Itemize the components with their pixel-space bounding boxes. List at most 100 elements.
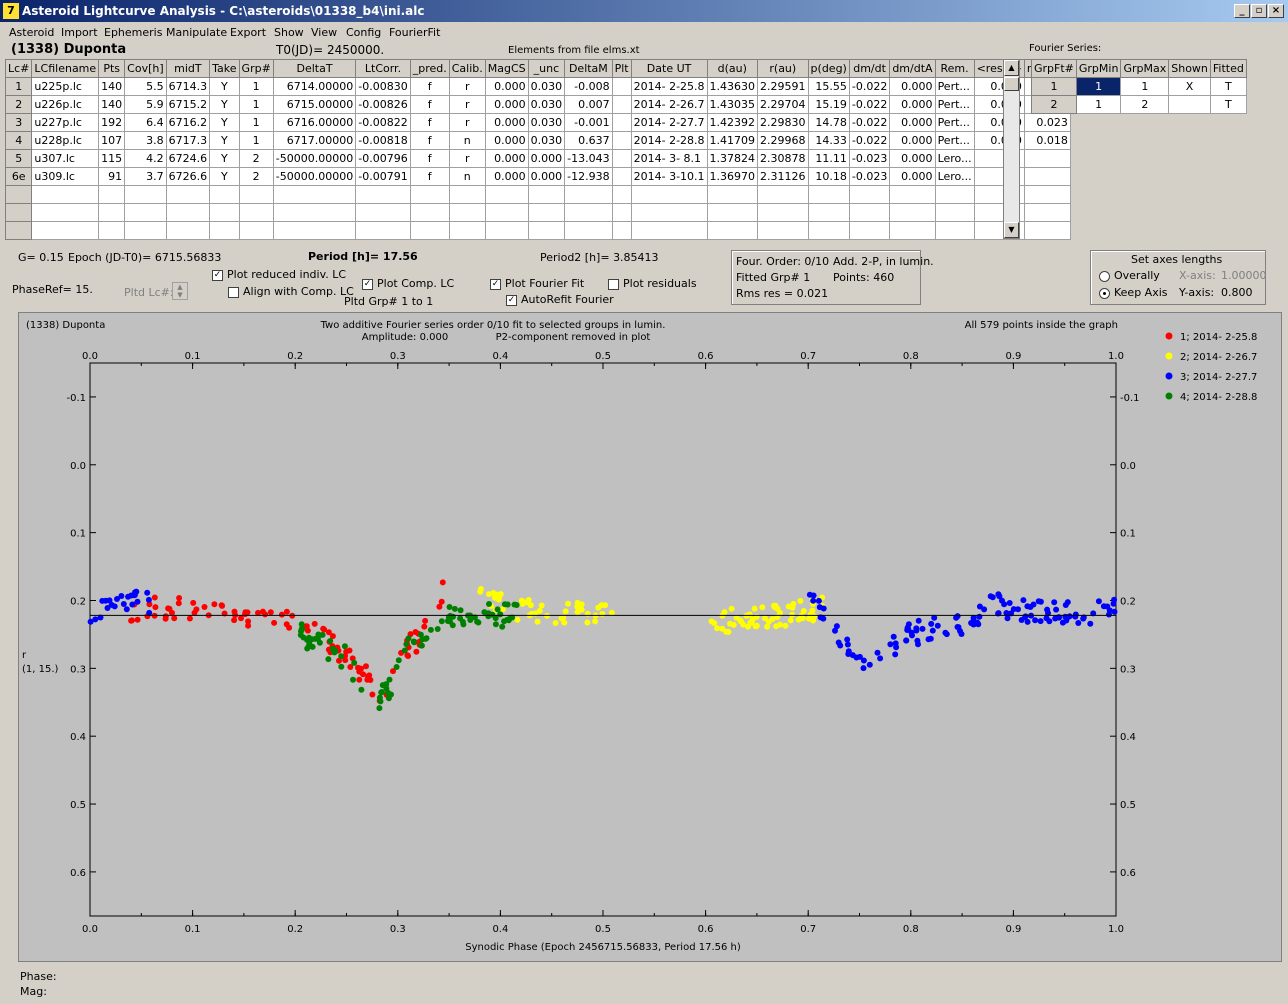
table-cell[interactable]: Y [209,167,240,186]
table-cell[interactable]: r [448,113,486,132]
column-header[interactable]: _unc [527,59,566,78]
table-cell[interactable]: f [409,167,450,186]
table-cell[interactable]: 1 [1120,77,1170,96]
table-cell[interactable]: Y [209,95,240,114]
table-cell[interactable]: 1 [238,95,274,114]
overally-radio[interactable]: Overally [1099,269,1160,282]
table-cell[interactable]: 0.018 [1023,131,1071,150]
table-cell[interactable] [848,221,891,240]
table-cell[interactable]: 6715.2 [165,95,211,114]
table-cell[interactable]: 0.000 [889,167,936,186]
table-cell[interactable] [484,185,529,204]
table-cell[interactable]: u307.lc [31,149,100,168]
table-cell[interactable]: Pert... [934,131,975,150]
table-cell[interactable]: Pert... [934,95,975,114]
column-header[interactable]: dm/dt [848,59,891,78]
table-cell[interactable] [706,221,759,240]
table-cell[interactable]: 1 [4,77,33,96]
table-cell[interactable]: f [409,149,450,168]
table-cell[interactable]: 6726.6 [165,167,211,186]
table-cell[interactable]: -13.043 [564,149,613,168]
table-cell[interactable] [165,203,211,222]
table-cell[interactable] [165,221,211,240]
table-cell[interactable] [527,203,566,222]
table-cell[interactable] [630,203,708,222]
table-cell[interactable]: 6717.3 [165,131,211,150]
table-cell[interactable]: 14.78 [807,113,850,132]
table-cell[interactable]: 2.29830 [757,113,809,132]
align-comp-checkbox[interactable]: Align with Comp. LC [228,285,354,298]
table-cell[interactable]: Y [209,77,240,96]
column-header[interactable]: Take [209,59,240,78]
table-cell[interactable]: -0.022 [848,77,891,96]
table-cell[interactable] [209,203,240,222]
table-cell[interactable] [848,203,891,222]
autorefit-checkbox[interactable]: ✓ AutoRefit Fourier [506,293,614,306]
table-cell[interactable] [889,221,936,240]
column-header[interactable]: Calib. [448,59,486,78]
table-cell[interactable]: 1 [1075,95,1122,114]
table-cell[interactable]: 140 [98,77,126,96]
table-cell[interactable]: -0.008 [564,77,613,96]
table-cell[interactable]: 1.37824 [706,149,759,168]
table-cell[interactable]: u309.lc [31,167,100,186]
table-cell[interactable]: 6715.00000 [272,95,357,114]
table-cell[interactable]: -0.022 [848,113,891,132]
table-cell[interactable]: -50000.00000 [272,167,357,186]
table-cell[interactable]: 0.000 [889,95,936,114]
column-header[interactable]: r(au) [757,59,809,78]
table-cell[interactable]: 2.30878 [757,149,809,168]
table-cell[interactable]: 6.4 [124,113,167,132]
menu-manipulate[interactable]: Manipulate [166,26,227,39]
scroll-down-icon[interactable]: ▼ [1004,222,1019,238]
column-header[interactable]: Lc# [4,59,33,78]
table-cell[interactable] [706,203,759,222]
table-row-empty[interactable] [4,185,1071,204]
table-cell[interactable] [4,221,33,240]
plot-residuals-checkbox[interactable]: Plot residuals [608,277,697,290]
table-cell[interactable] [4,185,33,204]
table-cell[interactable]: 6716.2 [165,113,211,132]
table-cell[interactable]: 4.2 [124,149,167,168]
table-cell[interactable]: 3.8 [124,131,167,150]
table-cell[interactable] [165,185,211,204]
column-header[interactable]: Rem. [934,59,975,78]
table-cell[interactable] [409,185,450,204]
table-cell[interactable]: 14.33 [807,131,850,150]
table-cell[interactable] [564,185,613,204]
period-value[interactable]: Period [h]= 17.56 [308,250,418,263]
table-cell[interactable] [31,203,100,222]
table-cell[interactable]: 2 [238,167,274,186]
table-cell[interactable]: 1.41709 [706,131,759,150]
plot-fourier-checkbox[interactable]: ✓ Plot Fourier Fit [490,277,584,290]
x-axis-value[interactable]: 1.00000 [1221,269,1267,282]
table-cell[interactable]: -0.022 [848,95,891,114]
table-cell[interactable] [31,221,100,240]
column-header[interactable]: MagCS [484,59,529,78]
table-cell[interactable]: 107 [98,131,126,150]
table-cell[interactable] [209,185,240,204]
table-cell[interactable]: 1 [1031,77,1077,96]
table-cell[interactable] [484,203,529,222]
table-cell[interactable]: n [448,167,486,186]
table-cell[interactable] [611,167,632,186]
table-cell[interactable]: 2 [1120,95,1170,114]
column-header[interactable]: dm/dtA [889,59,936,78]
column-header[interactable]: midT [165,59,211,78]
table-cell[interactable]: 4 [4,131,33,150]
menu-config[interactable]: Config [346,26,381,39]
table-cell[interactable] [31,185,100,204]
table-cell[interactable] [448,221,486,240]
table-cell[interactable] [448,185,486,204]
table-cell[interactable]: 6714.3 [165,77,211,96]
table-cell[interactable] [630,185,708,204]
table-cell[interactable]: 2014- 2-28.8 [630,131,708,150]
table-cell[interactable]: r [448,77,486,96]
table-cell[interactable]: -0.00791 [355,167,411,186]
column-header[interactable]: DeltaT [272,59,357,78]
table-cell[interactable]: 11.11 [807,149,850,168]
table-cell[interactable] [527,185,566,204]
column-header[interactable]: GrpMax [1120,59,1170,78]
column-header[interactable]: LtCorr. [355,59,411,78]
plot-comp-checkbox[interactable]: ✓ Plot Comp. LC [362,277,454,290]
